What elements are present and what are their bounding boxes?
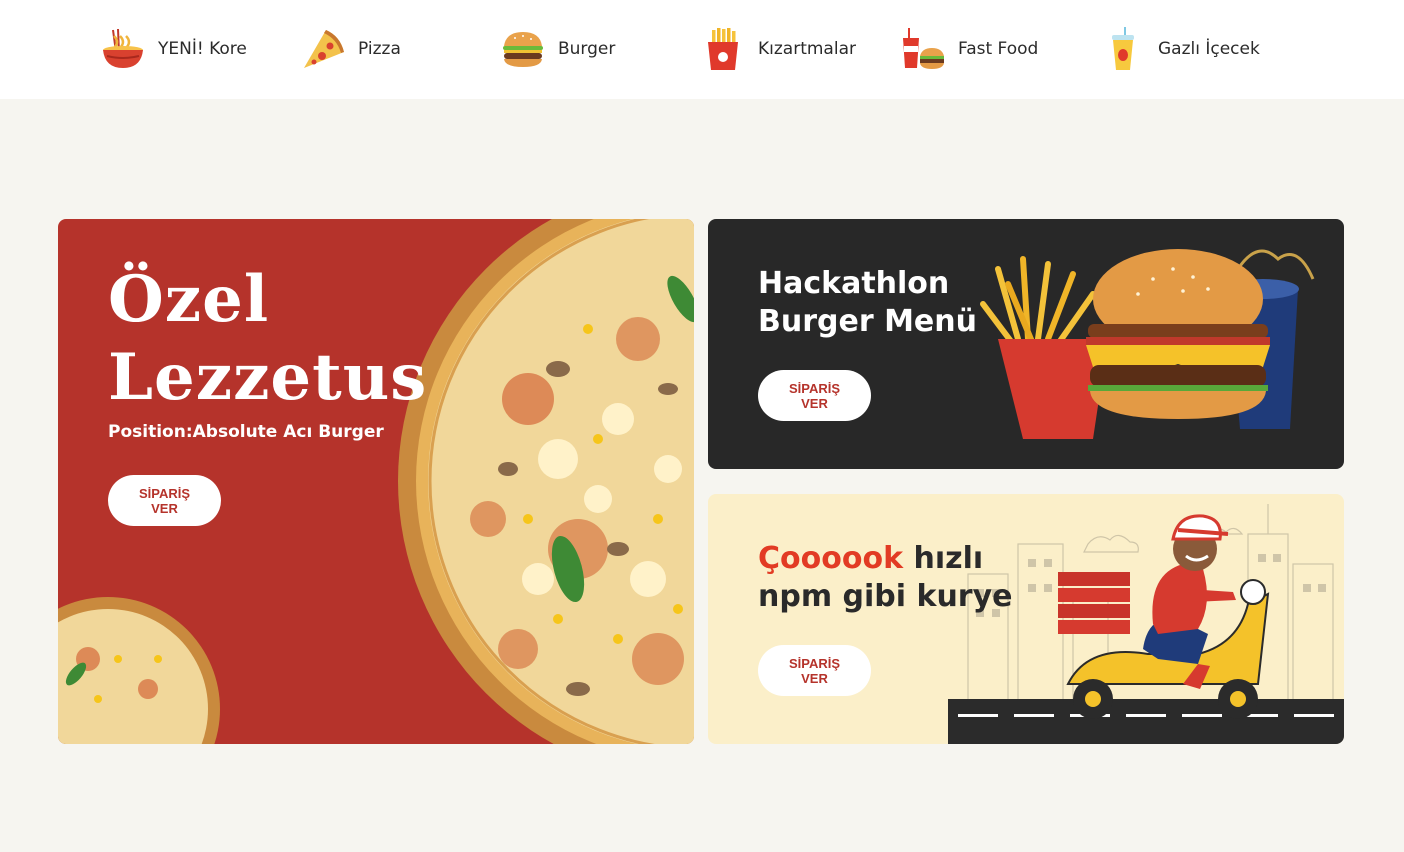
burger-icon bbox=[503, 32, 543, 67]
promo-title-line1: Hackathlon bbox=[758, 266, 950, 301]
courier-illustration bbox=[948, 504, 1344, 744]
promo-card-burger-menu[interactable]: Hackathlon Burger Menü SİPARİŞ VER bbox=[708, 219, 1344, 469]
category-item-burger[interactable]: Burger bbox=[500, 26, 690, 72]
category-item-kore[interactable]: YENİ! Kore bbox=[100, 26, 290, 72]
burger-menu-image bbox=[980, 249, 1315, 439]
category-item-gazli-icecek[interactable]: Gazlı İçecek bbox=[1100, 26, 1290, 72]
promo-title-line1: Özel bbox=[108, 262, 270, 337]
promo-card-ozel-lezzetus[interactable]: Özel Lezzetus Position:Absolute Acı Burg… bbox=[58, 219, 694, 744]
promo-title: Hackathlon Burger Menü bbox=[758, 265, 977, 341]
noodle-bowl-icon bbox=[103, 28, 143, 68]
promo-title-rest: hızlı bbox=[903, 541, 984, 576]
promo-title: Özel Lezzetus bbox=[108, 261, 427, 417]
category-bar: YENİ! Kore Pizza Burger Kızartmalar Fast… bbox=[0, 0, 1404, 99]
fast-food-icon bbox=[903, 28, 944, 69]
category-label: Kızartmalar bbox=[758, 39, 856, 59]
pizza-slice-icon bbox=[304, 30, 344, 68]
promo-title-line2: npm gibi kurye bbox=[758, 579, 1013, 614]
promo-title-line2: Lezzetus bbox=[108, 340, 428, 415]
category-label: Gazlı İçecek bbox=[1158, 39, 1260, 59]
order-button[interactable]: SİPARİŞ VER bbox=[758, 370, 871, 421]
promo-subtitle: Position:Absolute Acı Burger bbox=[108, 422, 384, 442]
category-label: Fast Food bbox=[958, 39, 1039, 59]
category-label: YENİ! Kore bbox=[158, 39, 247, 59]
promo-title: Çoooook hızlı npm gibi kurye bbox=[758, 540, 1013, 616]
category-label: Pizza bbox=[358, 39, 401, 59]
category-item-kizartmalar[interactable]: Kızartmalar bbox=[700, 26, 890, 72]
order-button[interactable]: SİPARİŞ VER bbox=[108, 475, 221, 526]
promo-card-courier[interactable]: Çoooook hızlı npm gibi kurye SİPARİŞ VER bbox=[708, 494, 1344, 744]
category-item-pizza[interactable]: Pizza bbox=[300, 26, 490, 72]
promo-title-line2: Burger Menü bbox=[758, 304, 977, 339]
category-label: Burger bbox=[558, 39, 616, 59]
fries-icon bbox=[708, 28, 738, 70]
promo-title-accent: Çoooook bbox=[758, 541, 904, 576]
soda-cup-icon bbox=[1112, 27, 1134, 70]
category-item-fast-food[interactable]: Fast Food bbox=[900, 26, 1090, 72]
order-button[interactable]: SİPARİŞ VER bbox=[758, 645, 871, 696]
